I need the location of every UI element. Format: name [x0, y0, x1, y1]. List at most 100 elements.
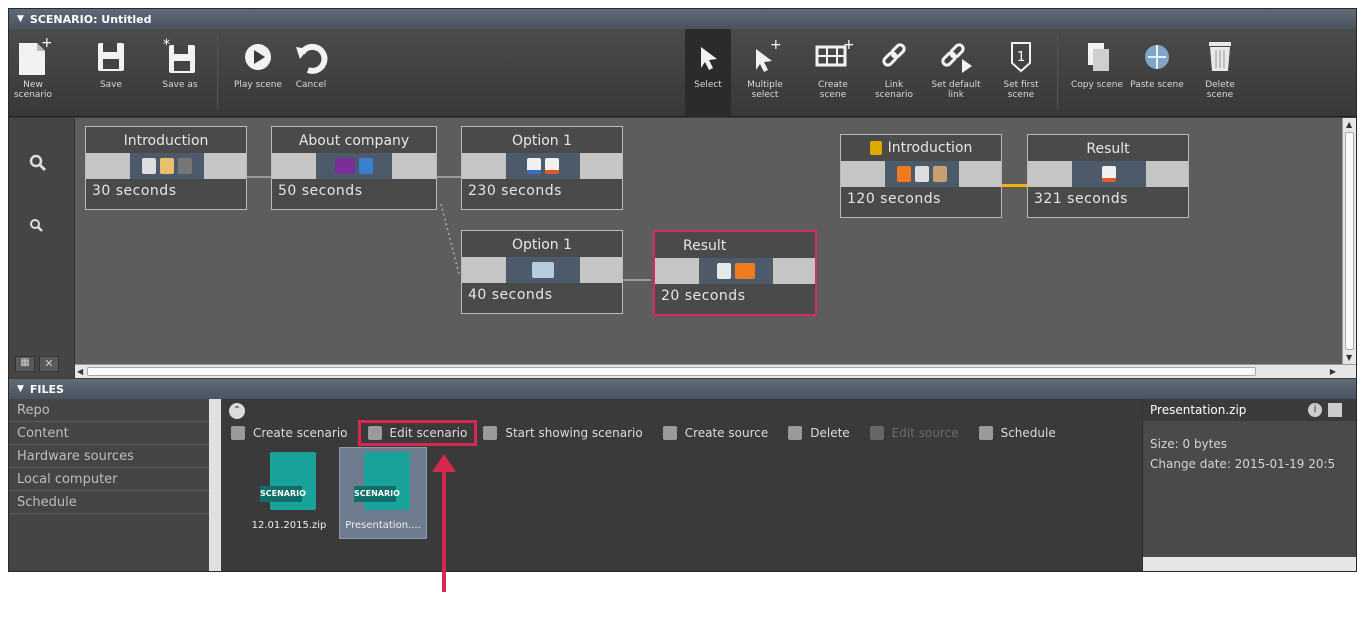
link-arrow[interactable] — [623, 279, 651, 281]
media-icon — [933, 166, 947, 182]
link-scenario-button[interactable]: Link scenario — [871, 29, 917, 117]
scene-node[interactable]: Option 1 40 seconds — [461, 230, 623, 314]
delete-scene-button[interactable]: Delete scene — [1195, 29, 1245, 117]
edit-source-button[interactable]: Edit source — [869, 426, 959, 440]
media-icon — [359, 158, 373, 174]
svg-text:+: + — [770, 37, 782, 53]
edit-source-icon — [869, 426, 884, 440]
scroll-right-icon[interactable]: ▶ — [1330, 367, 1336, 376]
nav-item-local-computer[interactable]: Local computer — [9, 468, 209, 491]
file-info-panel: Presentation.zip i Size: 0 bytes Change … — [1142, 399, 1356, 571]
scenario-canvas[interactable]: Introduction 30 seconds About company 50… — [9, 118, 1356, 378]
save-button[interactable]: Save — [91, 29, 131, 117]
link-arrow[interactable] — [437, 176, 461, 178]
svg-text:+: + — [41, 37, 51, 51]
play-scene-button[interactable]: Play scene — [229, 29, 287, 117]
paste-scene-button[interactable]: Paste scene — [1127, 29, 1187, 117]
info-icon[interactable]: i — [1308, 403, 1322, 417]
collapse-triangle-icon[interactable]: ▼ — [17, 384, 24, 394]
media-icon — [735, 263, 755, 279]
start-showing-scenario-button[interactable]: Start showing scenario — [483, 426, 643, 440]
copy-scene-button[interactable]: Copy scene — [1067, 29, 1127, 117]
image-preview-icon[interactable] — [1328, 403, 1342, 417]
nav-item-schedule[interactable]: Schedule — [9, 491, 209, 514]
scene-node-first[interactable]: Introduction 120 seconds — [840, 134, 1002, 218]
cursor-plus-icon: + — [756, 37, 782, 72]
scenario-panel-title: SCENARIO: Untitled — [29, 12, 152, 26]
first-scene-badge-icon — [869, 141, 882, 155]
undo-icon — [296, 43, 328, 74]
play-icon — [245, 44, 271, 70]
trash-icon — [788, 426, 803, 440]
scroll-up-icon[interactable]: ▲ — [1346, 120, 1352, 129]
new-scenario-button[interactable]: + New scenario — [13, 29, 53, 117]
info-horizontal-scrollbar[interactable] — [1143, 557, 1356, 571]
close-icon[interactable]: ✕ — [39, 356, 59, 372]
zoom-in-icon[interactable] — [29, 154, 47, 172]
dotted-link-line[interactable] — [439, 202, 463, 278]
trash-bin-icon — [1209, 42, 1231, 71]
start-showing-icon — [483, 426, 498, 440]
svg-text:*: * — [163, 37, 170, 53]
grid-view-icon[interactable]: ▦ — [15, 356, 35, 372]
scene-node[interactable]: About company 50 seconds — [271, 126, 437, 210]
collapse-triangle-icon[interactable]: ▼ — [17, 14, 24, 24]
create-scenario-icon — [231, 426, 245, 440]
scenario-panel-header[interactable]: ▼ SCENARIO: Untitled — [9, 9, 1356, 29]
file-item[interactable]: SCENARIO 12.01.2015.zip — [245, 447, 333, 539]
nav-item-repo[interactable]: Repo — [9, 399, 209, 422]
files-main: ⌃ Create scenario Edit scenario Start sh… — [221, 399, 1141, 571]
svg-text:1: 1 — [1017, 50, 1025, 65]
scene-node-selected[interactable]: Result 20 seconds — [653, 230, 817, 316]
create-source-button[interactable]: Create source — [662, 426, 768, 440]
delete-button[interactable]: Delete — [788, 426, 850, 440]
grid-plus-icon: + — [815, 37, 853, 67]
file-actions-bar: Create scenario Edit scenario Start show… — [221, 420, 1141, 446]
chain-link-icon — [882, 43, 906, 67]
create-source-icon — [662, 426, 677, 440]
collapse-up-icon[interactable]: ⌃ — [229, 403, 245, 419]
zoom-out-icon[interactable] — [29, 218, 45, 234]
scene-node[interactable]: Introduction 30 seconds — [85, 126, 247, 210]
media-icon — [1102, 166, 1116, 182]
files-panel-header[interactable]: ▼ FILES — [9, 379, 1356, 399]
scene-node[interactable]: Option 1 230 seconds — [461, 126, 623, 210]
scenario-file-icon: SCENARIO — [258, 452, 320, 514]
multiple-select-button[interactable]: + Multiple select — [743, 29, 787, 117]
nav-scrollbar[interactable] — [209, 399, 221, 571]
nav-item-hardware-sources[interactable]: Hardware sources — [9, 445, 209, 468]
link-arrow[interactable] — [247, 176, 271, 178]
set-first-scene-button[interactable]: 1 Set first scene — [999, 29, 1043, 117]
create-scenario-button[interactable]: Create scenario — [231, 426, 348, 440]
canvas-horizontal-scrollbar[interactable]: ◀ ▶ — [75, 364, 1356, 378]
create-scene-button[interactable]: + Create scene — [811, 29, 855, 117]
media-icon — [717, 263, 731, 279]
zoom-strip: ▦ ✕ — [9, 118, 75, 378]
scenario-toolbar: + New scenario Save * Save as Play scene… — [9, 29, 1356, 117]
save-as-button[interactable]: * Save as — [157, 29, 203, 117]
canvas-vertical-scrollbar[interactable]: ▲ ▼ — [1342, 118, 1356, 364]
app-window: ▼ SCENARIO: Untitled + New scenario Save… — [8, 8, 1357, 572]
copy-icon — [1088, 43, 1109, 71]
edit-scenario-button[interactable]: Edit scenario — [357, 420, 478, 446]
paste-globe-icon — [1145, 45, 1169, 69]
schedule-button[interactable]: Schedule — [978, 426, 1056, 440]
nav-item-content[interactable]: Content — [9, 422, 209, 445]
select-tool-button[interactable]: Select — [685, 29, 731, 117]
chain-link-arrow-icon — [941, 43, 972, 73]
set-default-link-button[interactable]: Set default link — [929, 29, 983, 117]
svg-text:+: + — [843, 37, 853, 53]
scene-node[interactable]: Result 321 seconds — [1027, 134, 1189, 218]
file-item-selected[interactable]: SCENARIO Presentation.... — [339, 447, 427, 539]
scroll-left-icon[interactable]: ◀ — [77, 367, 83, 376]
scroll-down-icon[interactable]: ▼ — [1346, 353, 1352, 362]
calendar-icon — [978, 426, 993, 440]
default-link-arrow[interactable] — [1001, 184, 1027, 187]
media-icon — [545, 158, 559, 174]
media-icon — [915, 166, 929, 182]
file-info-header: Presentation.zip i — [1143, 399, 1356, 421]
media-icon — [160, 158, 174, 174]
floppy-disk-star-icon: * — [163, 37, 195, 73]
cancel-button[interactable]: Cancel — [289, 29, 333, 117]
scenario-file-icon: SCENARIO — [352, 452, 414, 514]
